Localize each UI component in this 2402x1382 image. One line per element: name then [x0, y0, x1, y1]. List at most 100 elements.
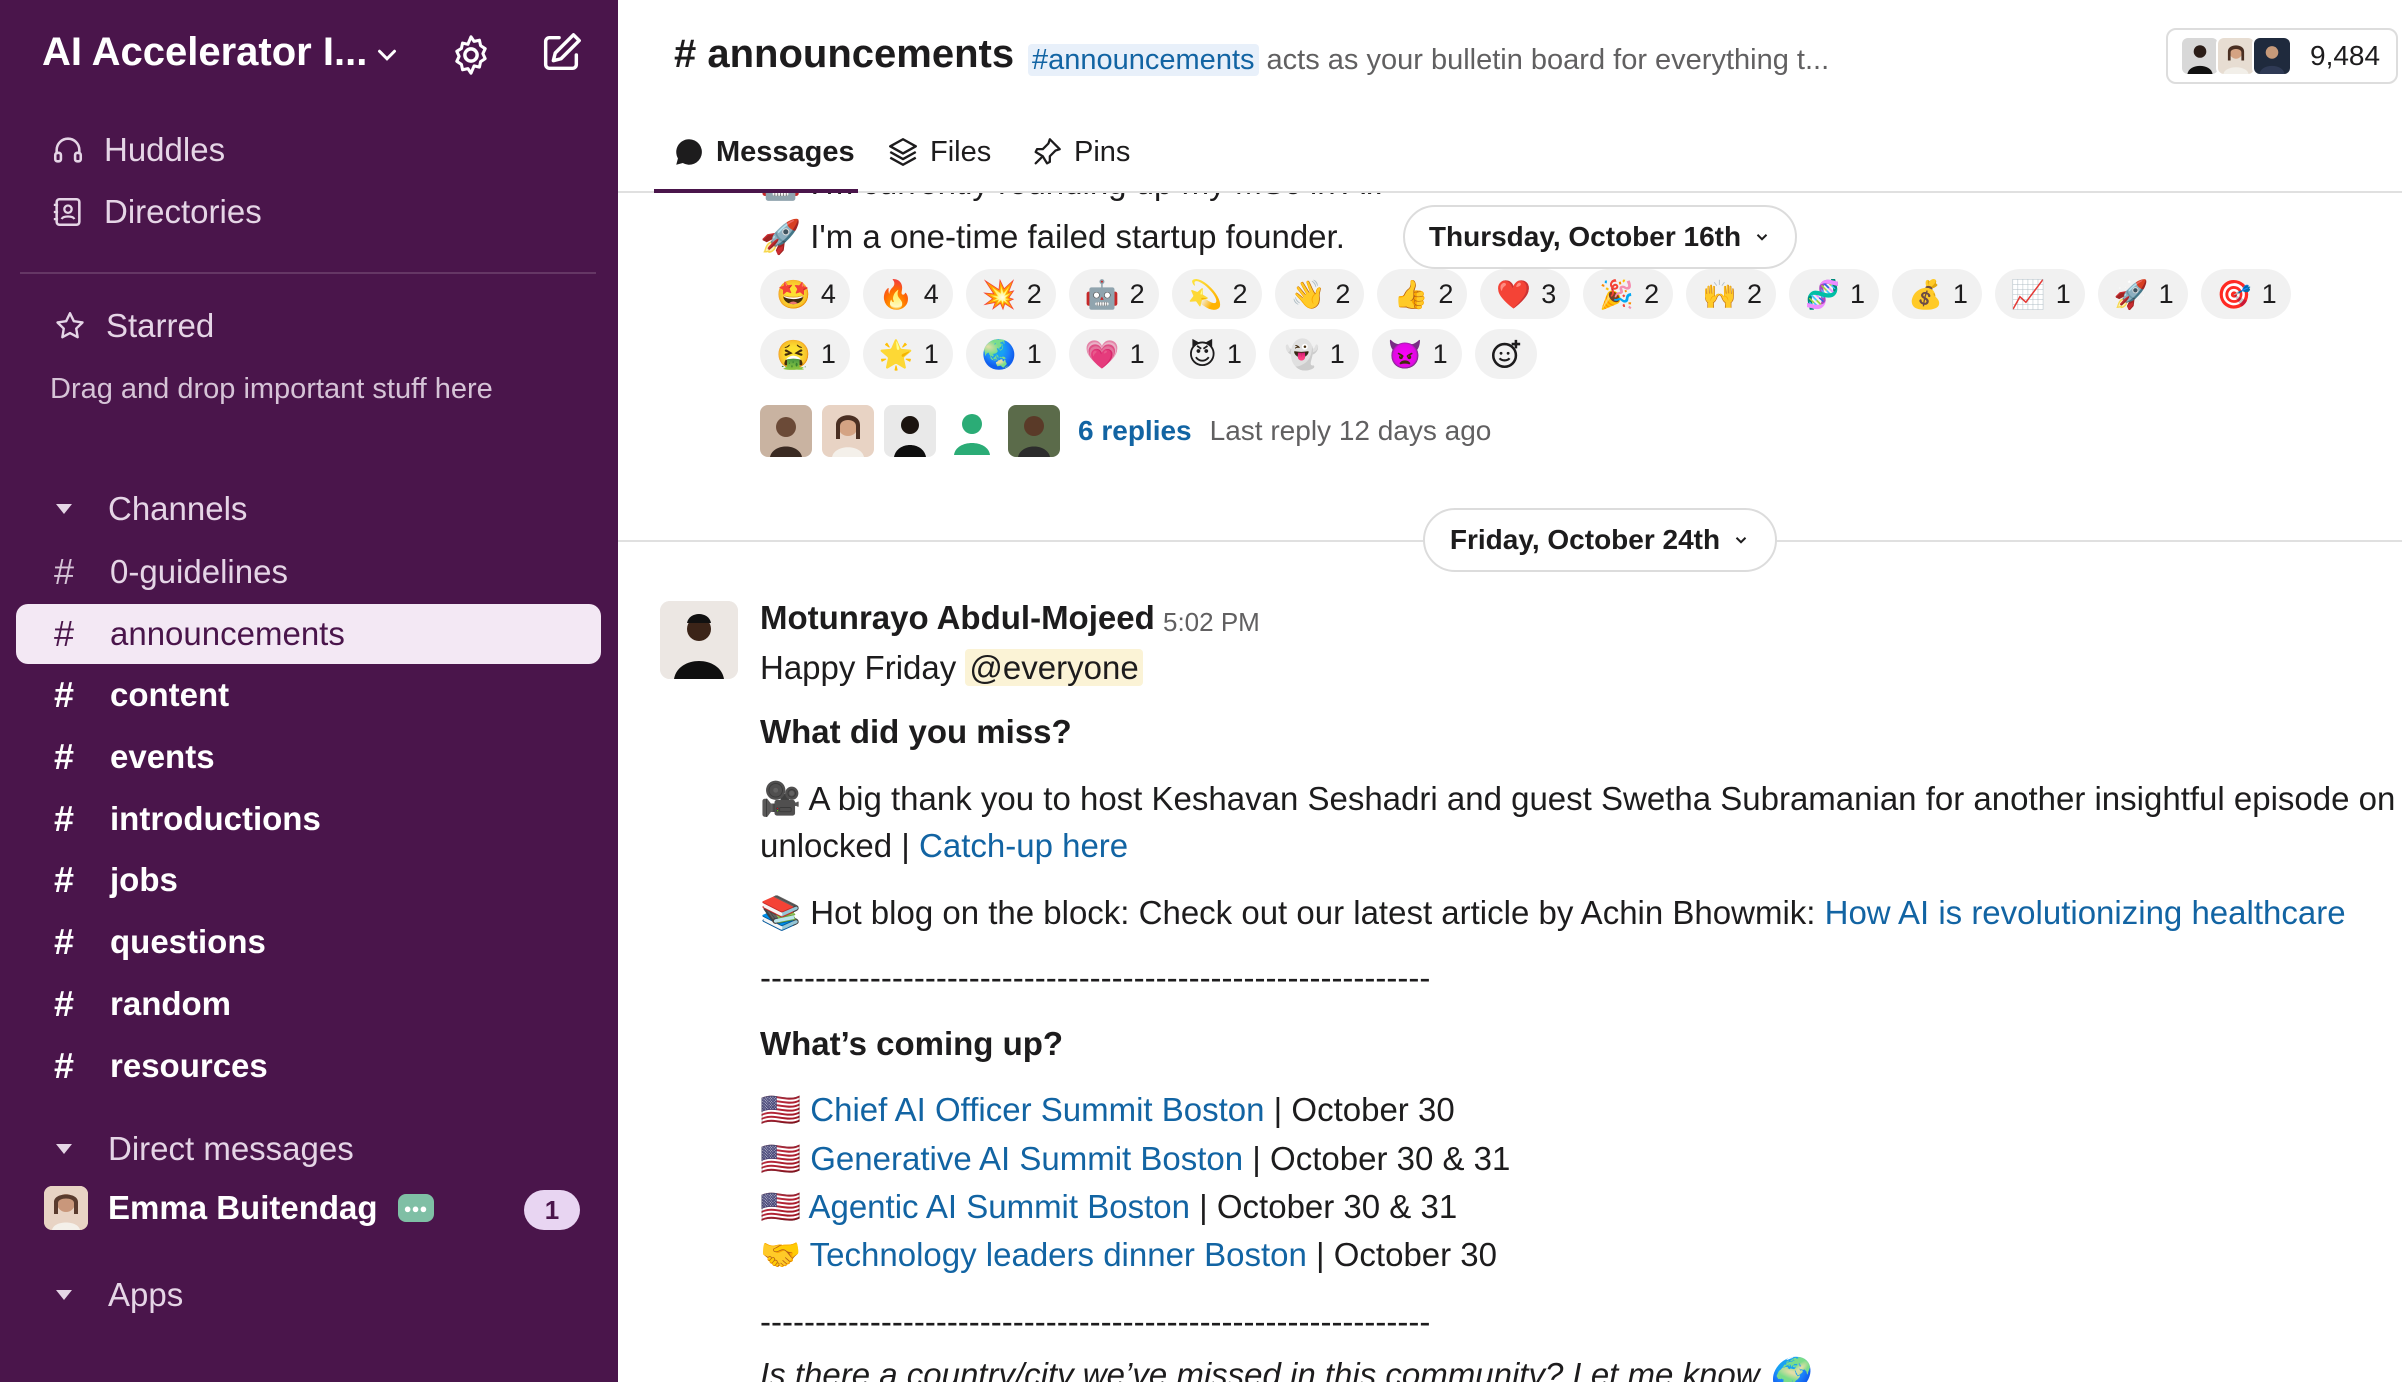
message-heading: What’s coming up?	[760, 1025, 1064, 1062]
gear-icon[interactable]	[448, 32, 494, 78]
event-link[interactable]: Agentic AI Summit Boston	[808, 1188, 1190, 1225]
handshake-emoji-icon: 🤝	[760, 1235, 802, 1274]
sidebar-item-starred[interactable]: Starred	[50, 306, 214, 346]
rocket-emoji-icon: 🚀	[760, 217, 802, 256]
message-divider-text: ----------------------------------------…	[760, 959, 1431, 996]
channel-item[interactable]: # introductions	[16, 789, 601, 849]
dm-section-header[interactable]: Direct messages	[54, 1130, 354, 1168]
topic-channel-link[interactable]: #announcements	[1028, 44, 1259, 76]
pin-icon	[1034, 138, 1061, 165]
reaction-pill[interactable]: 🎯 1	[2200, 269, 2291, 319]
blog-link[interactable]: How AI is revolutionizing healthcare	[1825, 894, 2346, 931]
directory-icon	[48, 192, 88, 232]
sidebar-item-directories[interactable]: Directories	[48, 192, 262, 232]
reaction-pill[interactable]: 👿 1	[1371, 329, 1462, 379]
chevron-down-icon[interactable]	[372, 40, 402, 70]
workspace-name[interactable]: AI Accelerator I...	[42, 30, 367, 75]
channel-item-active[interactable]: # announcements	[16, 604, 601, 664]
reaction-pill[interactable]: 💰 1	[1891, 269, 1982, 319]
channel-item[interactable]: # events	[16, 727, 601, 787]
channel-item[interactable]: # random	[16, 974, 601, 1034]
hash-icon: #	[54, 613, 75, 654]
avatar	[946, 405, 998, 457]
headphones-icon	[48, 130, 88, 170]
channel-topic[interactable]: #announcements acts as your bulletin boa…	[1028, 44, 1829, 77]
event-line: 🇺🇸 Generative AI Summit Boston | October…	[760, 1139, 1511, 1178]
reaction-pill[interactable]: 👍 2	[1377, 269, 1468, 319]
sidebar-item-label: Starred	[106, 307, 215, 344]
reaction-pill[interactable]: 💫 2	[1171, 269, 1262, 319]
event-link[interactable]: Technology leaders dinner Boston	[810, 1236, 1307, 1273]
reaction-pill[interactable]: 💥 2	[965, 269, 1056, 319]
reaction-pill[interactable]: 💗 1	[1068, 329, 1159, 379]
channels-section-header[interactable]: Channels	[54, 490, 247, 528]
event-link[interactable]: Generative AI Summit Boston	[810, 1140, 1243, 1177]
event-link[interactable]: Chief AI Officer Summit Boston	[810, 1091, 1264, 1128]
channel-item[interactable]: # jobs	[16, 850, 601, 910]
members-button[interactable]: 9,484	[2166, 28, 2398, 84]
caret-down-icon	[56, 504, 72, 514]
last-reply-text: Last reply 12 days ago	[1209, 415, 1492, 446]
sidebar-item-label: Directories	[104, 193, 262, 230]
reaction-pill[interactable]: ❤️ 3	[1480, 269, 1571, 319]
mention-everyone[interactable]: @everyone	[965, 649, 1143, 686]
reaction-pill[interactable]: 👻 1	[1268, 329, 1359, 379]
add-reaction-button[interactable]	[1474, 329, 1537, 379]
reaction-pill[interactable]: 📈 1	[1994, 269, 2085, 319]
apps-section-header[interactable]: Apps	[54, 1276, 183, 1314]
avatar	[2216, 36, 2256, 76]
replies-link[interactable]: 6 replies	[1078, 415, 1192, 447]
avatar	[2252, 36, 2292, 76]
message-line: 🤖 I'm currently rounding up my MSc in AI…	[760, 193, 1383, 203]
reaction-pill[interactable]: 😈 1	[1171, 329, 1256, 379]
avatar	[1008, 405, 1060, 457]
avatar	[2180, 36, 2220, 76]
channel-item[interactable]: #0-guidelines	[16, 542, 601, 602]
message-author[interactable]: Motunrayo Abdul-Mojeed	[760, 599, 1155, 637]
status-emoji-icon: ●●●	[397, 1194, 434, 1222]
sidebar-item-huddles[interactable]: Huddles	[48, 130, 225, 170]
us-flag-icon: 🇺🇸	[760, 1187, 802, 1226]
reaction-pill[interactable]: 🙌 2	[1686, 269, 1777, 319]
reaction-pill[interactable]: 🔥 4	[862, 269, 953, 319]
tab-pins[interactable]: Pins	[1030, 135, 1130, 169]
channel-title[interactable]: # announcements	[674, 32, 1014, 77]
dm-item[interactable]: Emma Buitendag ●●●	[44, 1186, 434, 1230]
reaction-pill[interactable]: 🤩 4	[760, 269, 850, 319]
reaction-pill[interactable]: 👋 2	[1274, 269, 1365, 319]
message-timestamp[interactable]: 5:02 PM	[1163, 607, 1260, 638]
reaction-pill[interactable]: 🌏 1	[965, 329, 1056, 379]
avatar	[884, 405, 936, 457]
date-divider[interactable]: Thursday, October 16th	[1403, 205, 1797, 269]
reaction-pill[interactable]: 🧬 1	[1789, 269, 1879, 319]
reaction-pill[interactable]: 🌟 1	[862, 329, 953, 379]
tab-files[interactable]: Files	[886, 135, 991, 169]
avatar[interactable]	[660, 601, 738, 679]
thread-summary[interactable]: 6 replies Last reply 12 days ago	[760, 405, 1491, 457]
message-line: Happy Friday @everyone	[760, 649, 1143, 687]
channel-item[interactable]: # questions	[16, 912, 601, 972]
compose-icon[interactable]	[538, 30, 584, 76]
star-icon	[50, 306, 90, 346]
message-heading: What did you miss?	[760, 713, 1072, 750]
message-list[interactable]: 🤖 I'm currently rounding up my MSc in AI…	[618, 193, 2402, 1382]
channel-item[interactable]: # resources	[16, 1036, 601, 1096]
avatar	[44, 1186, 88, 1230]
tab-messages[interactable]: Messages	[672, 135, 855, 169]
starred-hint: Drag and drop important stuff here	[50, 373, 493, 405]
hash-icon: #	[54, 798, 75, 839]
reactions-row: 🤩 4 🔥 4 💥 2 🤖 2 💫 2 👋 2 👍 2 ❤️ 3 🎉 2 🙌 2 🧬 1 💰 1 📈 1 …	[760, 269, 2304, 319]
us-flag-icon: 🇺🇸	[760, 1139, 802, 1178]
message-line: unlocked | Catch-up here	[760, 827, 1129, 864]
reaction-pill[interactable]: 🚀 1	[2097, 269, 2188, 319]
message-line: 🚀 I'm a one-time failed startup founder.	[760, 217, 1345, 256]
books-emoji-icon: 📚	[760, 893, 802, 932]
catch-up-link[interactable]: Catch-up here	[919, 827, 1128, 864]
reaction-pill[interactable]: 🤖 2	[1068, 269, 1159, 319]
date-divider[interactable]: Friday, October 24th	[1423, 508, 1777, 572]
reaction-pill[interactable]: 🎉 2	[1583, 269, 1674, 319]
channel-item[interactable]: # content	[16, 665, 601, 725]
sidebar-item-label: Huddles	[104, 131, 226, 168]
reaction-pill[interactable]: 🤮 1	[760, 329, 850, 379]
member-count: 9,484	[2310, 40, 2381, 71]
